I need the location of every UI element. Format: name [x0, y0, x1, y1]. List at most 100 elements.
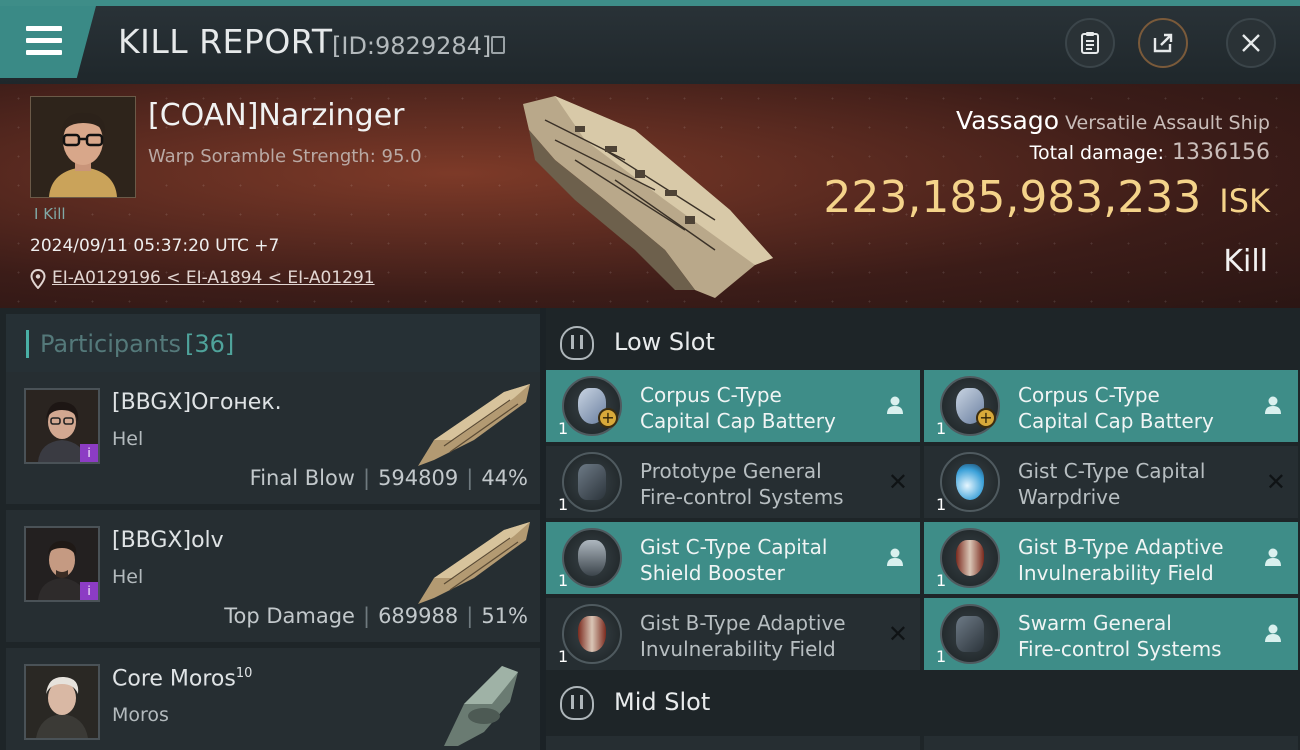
location-pin-icon	[30, 269, 46, 289]
header-accent-line	[0, 0, 1300, 6]
close-button[interactable]	[1226, 18, 1276, 68]
participant-role: Top Damage	[224, 604, 355, 628]
clipboard-icon	[1081, 32, 1099, 54]
share-button[interactable]	[1138, 18, 1188, 68]
kill-location[interactable]: EI-A0129196 < EI-A1894 < EI-A01291	[30, 268, 375, 289]
module-name-line1: Prototype General	[640, 459, 822, 483]
isk-amount: 223,185,983,233	[823, 172, 1202, 223]
module-name: Gist B-Type Adaptive Invulnerability Fiel…	[1018, 534, 1248, 586]
module-slot[interactable]: 1 Gist C-Type Capital Shield Booster	[546, 522, 920, 594]
module-slot[interactable]: 1 Gist B-Type Adaptive Invulnerability Fi…	[924, 522, 1298, 594]
mid-slot-icon	[560, 686, 594, 720]
module-name: Corpus C-Type Capital Cap Battery	[1018, 382, 1248, 434]
module-slot[interactable]: 1 Gist C-Type Capital Warpdrive ✕	[924, 446, 1298, 518]
participant-name: [BBGX]olv	[112, 528, 224, 553]
participant-level: 10	[235, 666, 253, 681]
participants-title: Participants [36]	[40, 330, 234, 358]
corp-badge: i	[80, 582, 98, 600]
invulnerability-icon	[562, 604, 622, 664]
warp-scramble-strength: Warp Soramble Strength: 95.0	[148, 146, 422, 167]
shield-booster-icon	[562, 528, 622, 588]
module-slot[interactable]	[924, 736, 1298, 750]
participant-percent: 44%	[481, 466, 528, 490]
participant-percent: 51%	[481, 604, 528, 628]
stat-divider: |	[466, 604, 474, 628]
module-quantity: 1	[558, 495, 569, 514]
module-name-line1: Corpus C-Type	[640, 383, 782, 407]
module-name-line1: Swarm General	[1018, 611, 1172, 635]
participant-name-line: Core Moros10	[112, 666, 252, 691]
hamburger-icon	[26, 26, 62, 56]
participant-name: [BBGX]Огонек.	[112, 390, 282, 415]
module-name: Gist C-Type Capital Warpdrive	[1018, 458, 1248, 510]
module-name: Prototype General Fire-control Systems	[640, 458, 870, 510]
kill-timestamp: 2024/09/11 05:37:20 UTC +7	[30, 236, 280, 256]
modules-panel: Low Slot + 1 Corpus C-Type Capital Cap Ba…	[546, 308, 1300, 750]
isk-value: 223,185,983,233 ISK	[823, 172, 1270, 223]
fire-control-icon	[562, 452, 622, 512]
module-name-line2: Warpdrive	[1018, 485, 1121, 509]
module-name: Gist B-Type Adaptive Invulnerability Fiel…	[640, 610, 870, 662]
module-name-line2: Invulnerability Field	[1018, 561, 1214, 585]
participant-avatar: i	[24, 526, 100, 602]
participants-label: Participants	[40, 330, 181, 358]
participants-panel: Participants [36] i [BBGX]Огонек. Hel Fin…	[0, 308, 540, 750]
module-quantity: 1	[936, 647, 947, 666]
module-slot[interactable]: + 1 Corpus C-Type Capital Cap Battery	[924, 370, 1298, 442]
warpdrive-icon	[940, 452, 1000, 512]
module-name-line2: Shield Booster	[640, 561, 785, 585]
isk-unit: ISK	[1219, 182, 1270, 220]
module-slot[interactable]	[546, 736, 920, 750]
participant-ship: Hel	[112, 566, 144, 588]
participant-ship-image	[444, 666, 518, 746]
module-slot[interactable]: + 1 Corpus C-Type Capital Cap Battery	[546, 370, 920, 442]
module-name-line1: Gist C-Type Capital	[1018, 459, 1206, 483]
kill-summary-panel: [COAN]Narzinger Warp Soramble Strength: …	[0, 84, 1300, 308]
participant-row[interactable]: Core Moros10 Moros	[6, 648, 540, 750]
participant-row[interactable]: i [BBGX]Огонек. Hel Final Blow | 594809 | 44…	[6, 372, 540, 504]
participant-ship-image	[418, 384, 530, 466]
mid-slot-header: Mid Slot	[546, 674, 1300, 732]
dropped-user-icon	[1265, 548, 1281, 566]
menu-button[interactable]	[0, 6, 96, 78]
module-slot[interactable]: 1 Prototype General Fire-control Systems …	[546, 446, 920, 518]
location-path[interactable]: EI-A0129196 < EI-A1894 < EI-A01291	[52, 268, 375, 288]
victim-name[interactable]: [COAN]Narzinger	[148, 98, 405, 133]
participant-name: Core Moros	[112, 666, 236, 692]
total-damage-label: Total damage:	[1029, 142, 1165, 164]
module-name: Swarm General Fire-control Systems	[1018, 610, 1248, 662]
copy-icon[interactable]	[491, 36, 505, 54]
module-slot[interactable]: 1 Gist B-Type Adaptive Invulnerability Fi…	[546, 598, 920, 670]
close-icon	[1242, 34, 1260, 52]
total-damage-value: 1336156	[1172, 140, 1270, 165]
participants-header[interactable]: Participants [36]	[6, 314, 540, 374]
low-slot-icon	[560, 326, 594, 360]
destroyed-icon: ✕	[1265, 468, 1286, 496]
ship-name: Vassago	[955, 106, 1059, 135]
module-slot[interactable]: 1 Swarm General Fire-control Systems	[924, 598, 1298, 670]
victim-avatar[interactable]	[30, 96, 136, 198]
module-name: Corpus C-Type Capital Cap Battery	[640, 382, 870, 434]
module-quantity: 1	[558, 419, 569, 438]
module-quantity: 1	[936, 571, 947, 590]
module-quantity: 1	[558, 571, 569, 590]
stat-divider: |	[362, 466, 371, 490]
corp-badge: i	[80, 444, 98, 462]
total-damage: Total damage: 1336156	[1030, 140, 1270, 165]
module-name-line2: Capital Cap Battery	[640, 409, 836, 433]
module-name-line1: Gist B-Type Adaptive	[640, 611, 846, 635]
module-name-line2: Fire-control Systems	[640, 485, 844, 509]
victim-ship-image	[523, 96, 773, 298]
dropped-user-icon	[1265, 624, 1281, 642]
participant-ship: Hel	[112, 428, 144, 450]
clipboard-button[interactable]	[1065, 18, 1115, 68]
share-icon	[1153, 33, 1173, 53]
stat-divider: |	[362, 604, 371, 628]
victim-ship[interactable]: Vassago Versatile Assault Ship	[956, 106, 1270, 135]
invulnerability-icon	[940, 528, 1000, 588]
participants-count: [36]	[184, 330, 235, 358]
participant-avatar	[24, 664, 100, 740]
participant-row[interactable]: i [BBGX]olv Hel Top Damage | 689988 | 51%	[6, 510, 540, 642]
participant-ship: Moros	[112, 704, 169, 726]
module-name-line2: Capital Cap Battery	[1018, 409, 1214, 433]
